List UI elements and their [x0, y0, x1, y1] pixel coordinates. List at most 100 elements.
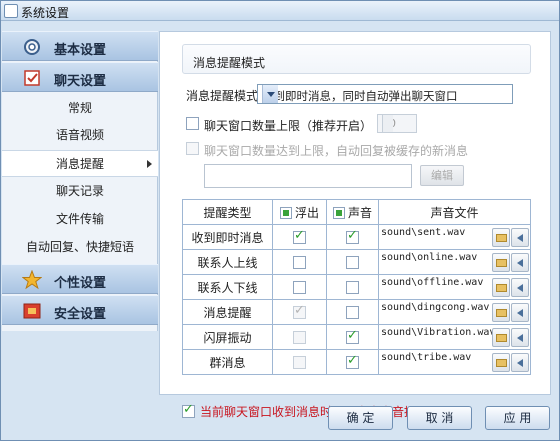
star-icon [22, 270, 42, 290]
table-row: 收到即时消息 ✓ ✓ sound\sent.wav [182, 224, 531, 250]
alert-mode-select[interactable]: 收到即时消息，同时自动弹出聊天窗口 [257, 84, 513, 104]
title-bar[interactable]: 系统设置 [1, 1, 559, 21]
alert-mode-value: 收到即时消息，同时自动弹出聊天窗口 [262, 89, 458, 103]
sidebar-section-personal[interactable]: 个性设置 [2, 264, 158, 294]
alert-type-cell: 消息提醒 [182, 299, 273, 325]
play-sound-button[interactable] [511, 328, 529, 347]
folder-icon [496, 334, 507, 342]
folder-icon [496, 259, 507, 267]
sidebar-section-label: 个性设置 [54, 276, 107, 291]
speaker-icon [517, 234, 523, 242]
sidebar-item-general[interactable]: 常规 [2, 95, 158, 122]
group-header: 消息提醒模式 [182, 44, 531, 74]
speaker-icon [517, 259, 523, 267]
sound-cell [326, 274, 379, 300]
mute-current-window-checkbox[interactable]: ✓ [182, 402, 195, 418]
speaker-icon [517, 309, 523, 317]
alert-type-cell: 群消息 [182, 349, 273, 375]
sound-cell: ✓ [326, 349, 379, 375]
sidebar-item-message-alert[interactable]: 消息提醒 [2, 150, 158, 177]
sound-file-path: sound\offline.wav [381, 277, 484, 288]
ok-button[interactable]: 确 定 [328, 406, 393, 430]
sound-file-cell: sound\sent.wav [378, 224, 531, 250]
float-checkbox[interactable] [293, 256, 306, 269]
folder-icon [496, 359, 507, 367]
check-icon: ✓ [347, 328, 358, 343]
sidebar-section-chat[interactable]: 聊天设置 [2, 62, 158, 92]
col-header-sound[interactable]: 声音 [326, 199, 379, 225]
sidebar-section-security[interactable]: 安全设置 [2, 295, 158, 325]
sound-checkbox[interactable]: ✓ [346, 354, 359, 369]
col-header-float[interactable]: 浮出 [272, 199, 327, 225]
sound-file-path: sound\dingcong.wav [381, 302, 490, 313]
sound-checkbox[interactable] [346, 306, 359, 319]
speaker-icon [517, 284, 523, 292]
window-limit-label: 聊天窗口数量上限（推荐开启） [204, 119, 373, 133]
float-checkbox[interactable] [293, 356, 306, 369]
col-header-file: 声音文件 [378, 199, 531, 225]
browse-folder-button[interactable] [492, 328, 510, 347]
auto-reply-checkbox[interactable] [186, 142, 199, 155]
sidebar-section-label: 安全设置 [54, 307, 107, 322]
alert-type-cell: 联系人下线 [182, 274, 273, 300]
float-checkbox[interactable]: ✓ [293, 304, 306, 319]
float-cell [272, 274, 327, 300]
browse-folder-button[interactable] [492, 228, 510, 247]
play-sound-button[interactable] [511, 253, 529, 272]
alert-type-cell: 收到即时消息 [182, 224, 273, 250]
play-sound-button[interactable] [511, 228, 529, 247]
float-all-checkbox[interactable] [279, 206, 292, 219]
check-icon: ✓ [183, 402, 194, 417]
play-sound-button[interactable] [511, 303, 529, 322]
float-cell [272, 249, 327, 275]
gear-icon [24, 39, 40, 55]
sound-all-checkbox[interactable] [332, 206, 345, 219]
col-header-type: 提醒类型 [182, 199, 273, 225]
sound-cell [326, 249, 379, 275]
sound-checkbox[interactable]: ✓ [346, 328, 359, 344]
float-cell: ✓ [272, 224, 327, 250]
sidebar-item-auto-reply[interactable]: 自动回复、快捷短语 [2, 234, 158, 261]
cancel-button[interactable]: 取 消 [407, 406, 472, 430]
table-row: 闪屏振动 ✓ sound\Vibration.wav [182, 324, 531, 350]
sidebar-item-file-transfer[interactable]: 文件传输 [2, 206, 158, 233]
float-checkbox[interactable] [293, 331, 306, 344]
sound-file-path: sound\online.wav [381, 252, 478, 263]
float-checkbox[interactable] [293, 281, 306, 294]
browse-folder-button[interactable] [492, 253, 510, 272]
browse-folder-button[interactable] [492, 303, 510, 322]
sound-checkbox[interactable]: ✓ [346, 229, 359, 244]
sidebar-section-label: 基本设置 [54, 43, 107, 58]
sidebar-item-label: 消息提醒 [55, 157, 104, 171]
play-sound-button[interactable] [511, 353, 529, 372]
sidebar-section-basic[interactable]: 基本设置 [2, 31, 158, 61]
chevron-down-icon[interactable] [262, 85, 278, 103]
browse-folder-button[interactable] [492, 353, 510, 372]
sound-checkbox[interactable] [346, 281, 359, 294]
sound-cell: ✓ [326, 324, 379, 350]
sound-file-cell: sound\Vibration.wav [378, 324, 531, 350]
auto-reply-label: 聊天窗口数量达到上限，自动回复被缓存的新消息 [204, 144, 469, 158]
play-sound-button[interactable] [511, 278, 529, 297]
stepper-arrows-icon[interactable] [382, 115, 393, 132]
apply-button[interactable]: 应 用 [485, 406, 550, 430]
window-title: 系统设置 [21, 6, 70, 20]
float-checkbox[interactable]: ✓ [293, 229, 306, 244]
sound-checkbox[interactable] [346, 256, 359, 269]
sidebar: 基本设置 聊天设置 常规 语音视频 消息提醒 聊天记录 文件传输 自动回复、快捷… [2, 31, 158, 331]
float-cell: ✓ [272, 299, 327, 325]
table-row: 联系人下线 sound\offline.wav [182, 274, 531, 300]
edit-button[interactable]: 编辑 [420, 165, 464, 186]
browse-folder-button[interactable] [492, 278, 510, 297]
window-limit-stepper[interactable]: 30 [377, 114, 417, 133]
sidebar-item-voice-video[interactable]: 语音视频 [2, 122, 158, 149]
window-limit-checkbox[interactable] [186, 117, 199, 130]
group-title: 消息提醒模式 [193, 56, 266, 70]
table-row: 消息提醒 ✓ sound\dingcong.wav [182, 299, 531, 325]
float-cell [272, 324, 327, 350]
sidebar-item-chat-history[interactable]: 聊天记录 [2, 178, 158, 205]
auto-reply-input[interactable] [204, 164, 412, 188]
mode-label: 消息提醒模式 [186, 89, 259, 103]
sound-file-cell: sound\online.wav [378, 249, 531, 275]
sound-cell: ✓ [326, 224, 379, 250]
